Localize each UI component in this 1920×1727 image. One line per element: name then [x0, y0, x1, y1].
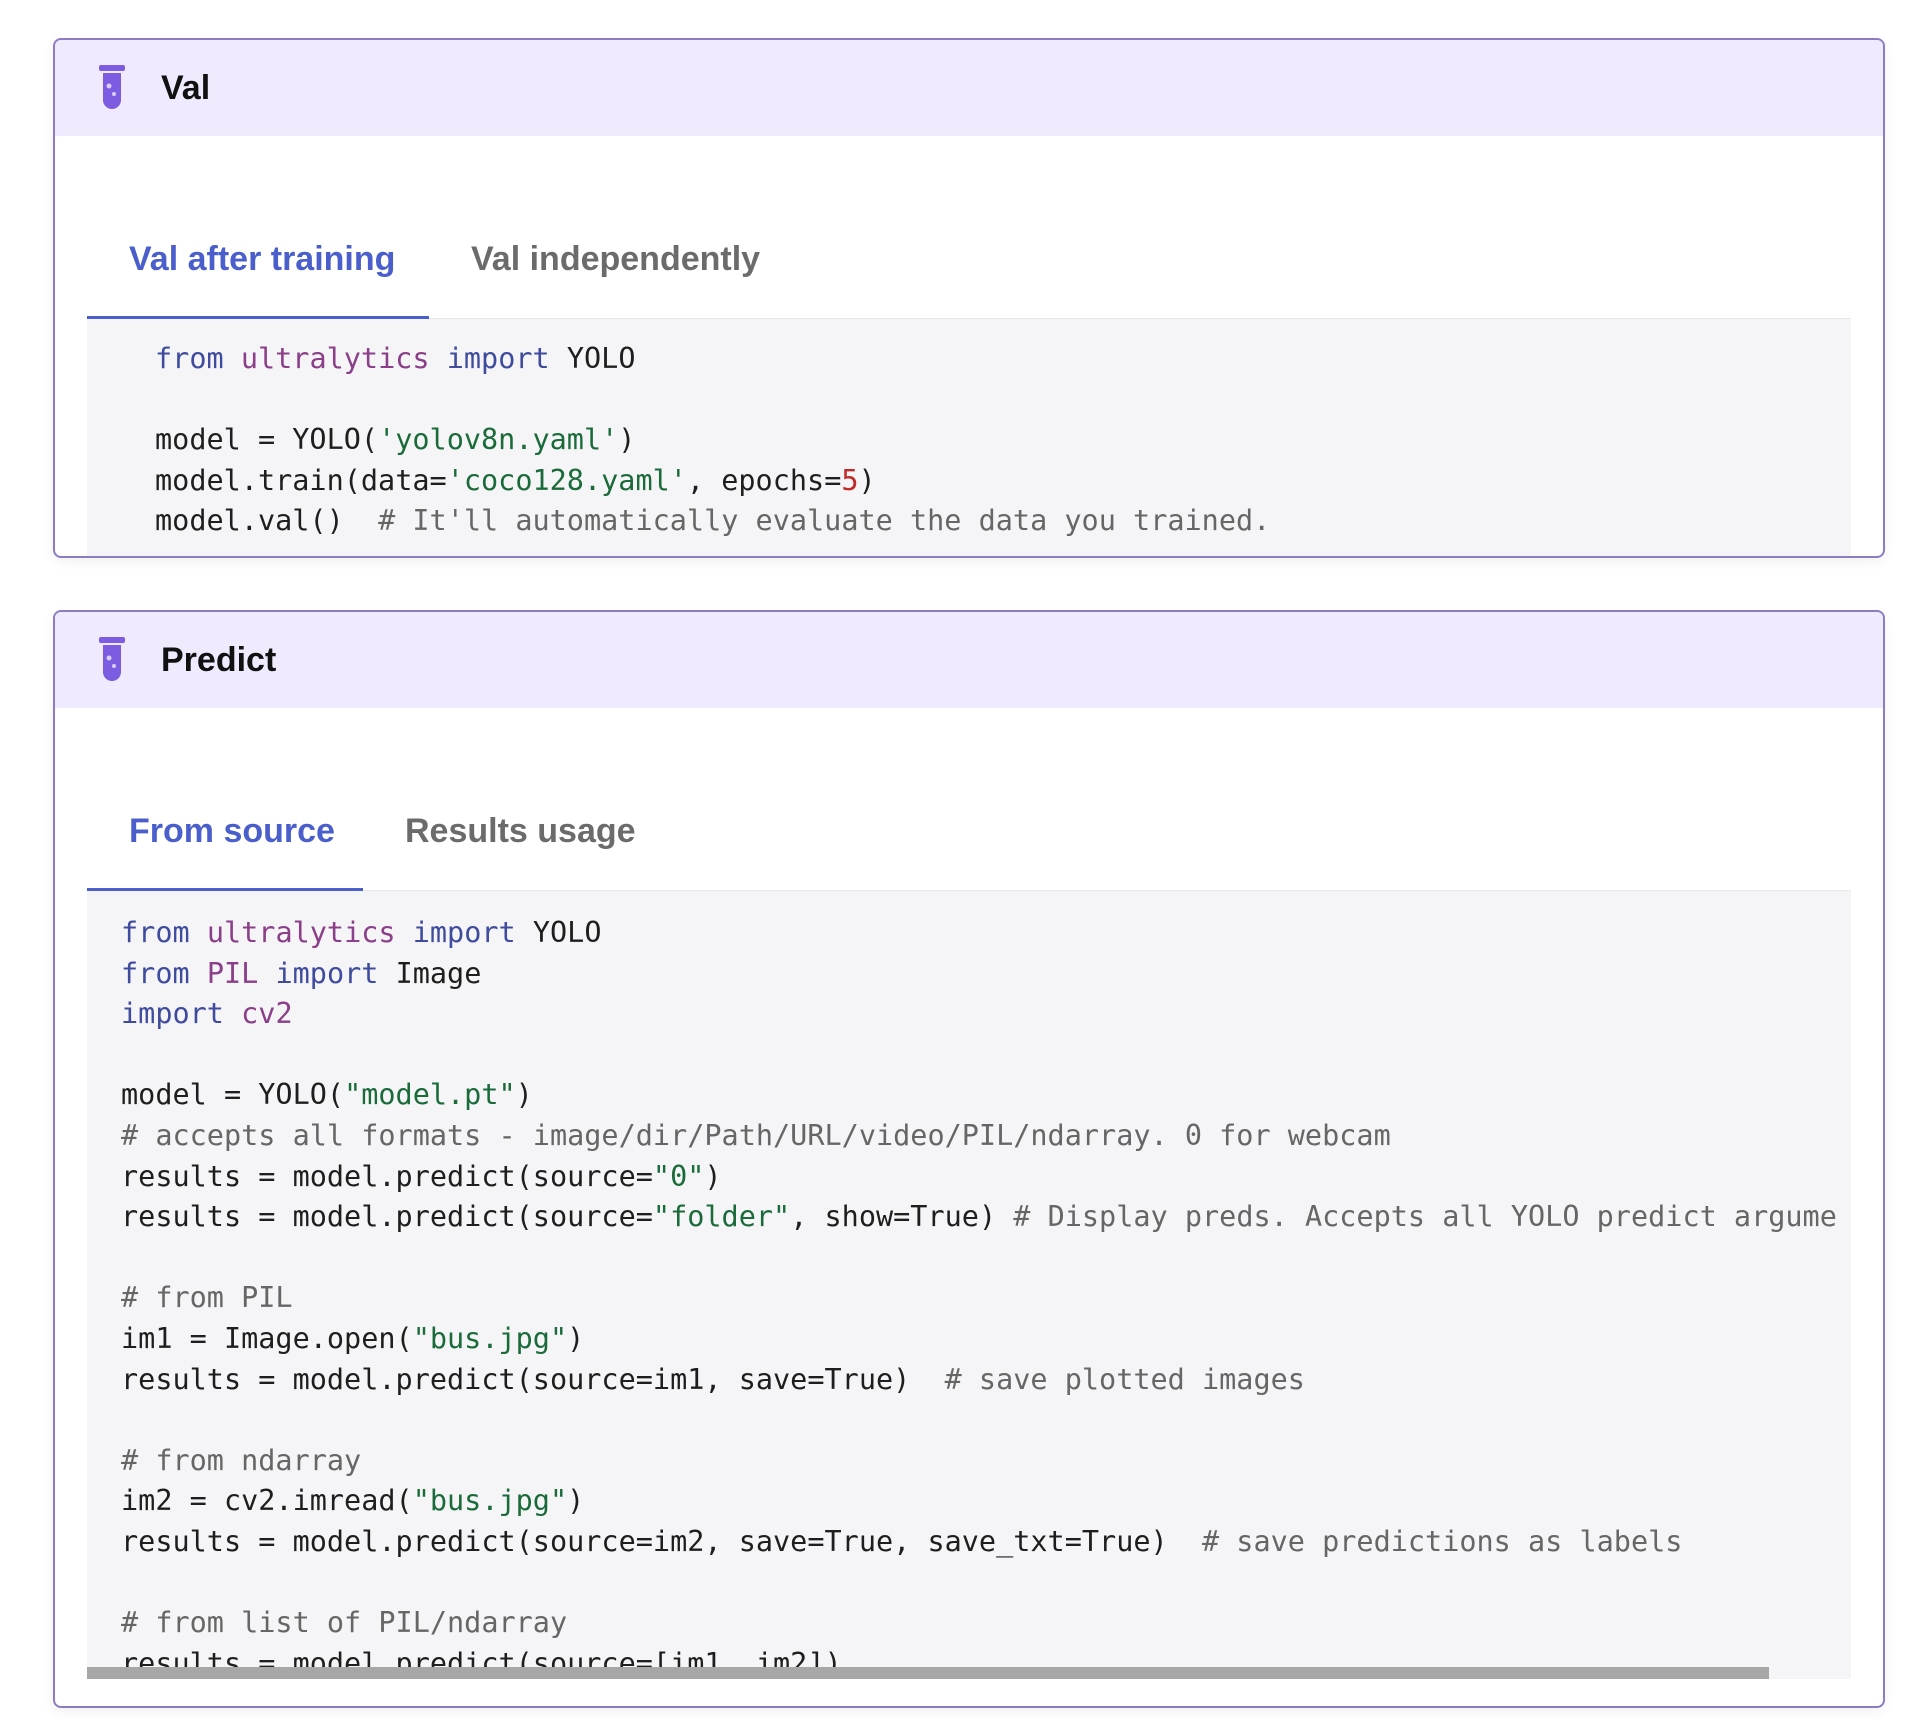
predict-title: Predict: [161, 641, 277, 679]
code-line: model.val() # It'll automatically evalua…: [155, 504, 1271, 538]
code-line: results = model.predict(source="0"): [121, 1159, 722, 1193]
code-line: # accepts all formats - image/dir/Path/U…: [121, 1118, 1391, 1152]
test-tube-icon: [99, 637, 125, 681]
code-line: # from ndarray: [121, 1443, 362, 1477]
code-line: from ultralytics import YOLO: [155, 342, 636, 375]
val-admonition: Val Val after training Val independently…: [53, 38, 1885, 558]
predict-code-block: from ultralytics import YOLO from PIL im…: [87, 891, 1851, 1679]
code-line: results = model.predict(source="folder",…: [121, 1200, 1837, 1234]
code-line: results = model.predict(source=im1, save…: [121, 1362, 1305, 1396]
predict-code: from ultralytics import YOLO from PIL im…: [87, 891, 1851, 1679]
test-tube-icon: [99, 65, 125, 109]
tab-from-source[interactable]: From source: [87, 770, 363, 892]
val-title: Val: [161, 69, 211, 107]
code-line: import cv2: [121, 997, 293, 1031]
val-tabs: Val after training Val independently: [87, 198, 1851, 320]
code-line: im1 = Image.open("bus.jpg"): [121, 1321, 585, 1355]
code-line: results = model.predict(source=im2, save…: [121, 1524, 1683, 1558]
code-line: model = YOLO("model.pt"): [121, 1078, 533, 1112]
tab-val-independently[interactable]: Val independently: [429, 198, 802, 318]
predict-admonition: Predict From source Results usage from u…: [53, 610, 1885, 1708]
code-line: model = YOLO('yolov8n.yaml'): [155, 423, 636, 457]
tab-val-after-training[interactable]: Val after training: [87, 198, 429, 320]
horizontal-scrollbar[interactable]: [87, 1667, 1851, 1679]
val-code: from ultralytics import YOLO model = YOL…: [87, 319, 1851, 542]
code-line: from PIL import Image: [121, 956, 482, 990]
code-line: im2 = cv2.imread("bus.jpg"): [121, 1484, 585, 1518]
code-line: from ultralytics import YOLO: [121, 916, 602, 949]
code-line: # from PIL: [121, 1281, 293, 1315]
val-code-block: from ultralytics import YOLO model = YOL…: [87, 319, 1851, 556]
scrollbar-thumb[interactable]: [87, 1667, 1769, 1679]
tab-results-usage[interactable]: Results usage: [363, 770, 678, 890]
code-line: # from list of PIL/ndarray: [121, 1606, 568, 1640]
predict-admonition-header: Predict: [55, 612, 1883, 708]
predict-tabs: From source Results usage: [87, 770, 1851, 892]
code-line: model.train(data='coco128.yaml', epochs=…: [155, 463, 876, 497]
val-admonition-header: Val: [55, 40, 1883, 136]
